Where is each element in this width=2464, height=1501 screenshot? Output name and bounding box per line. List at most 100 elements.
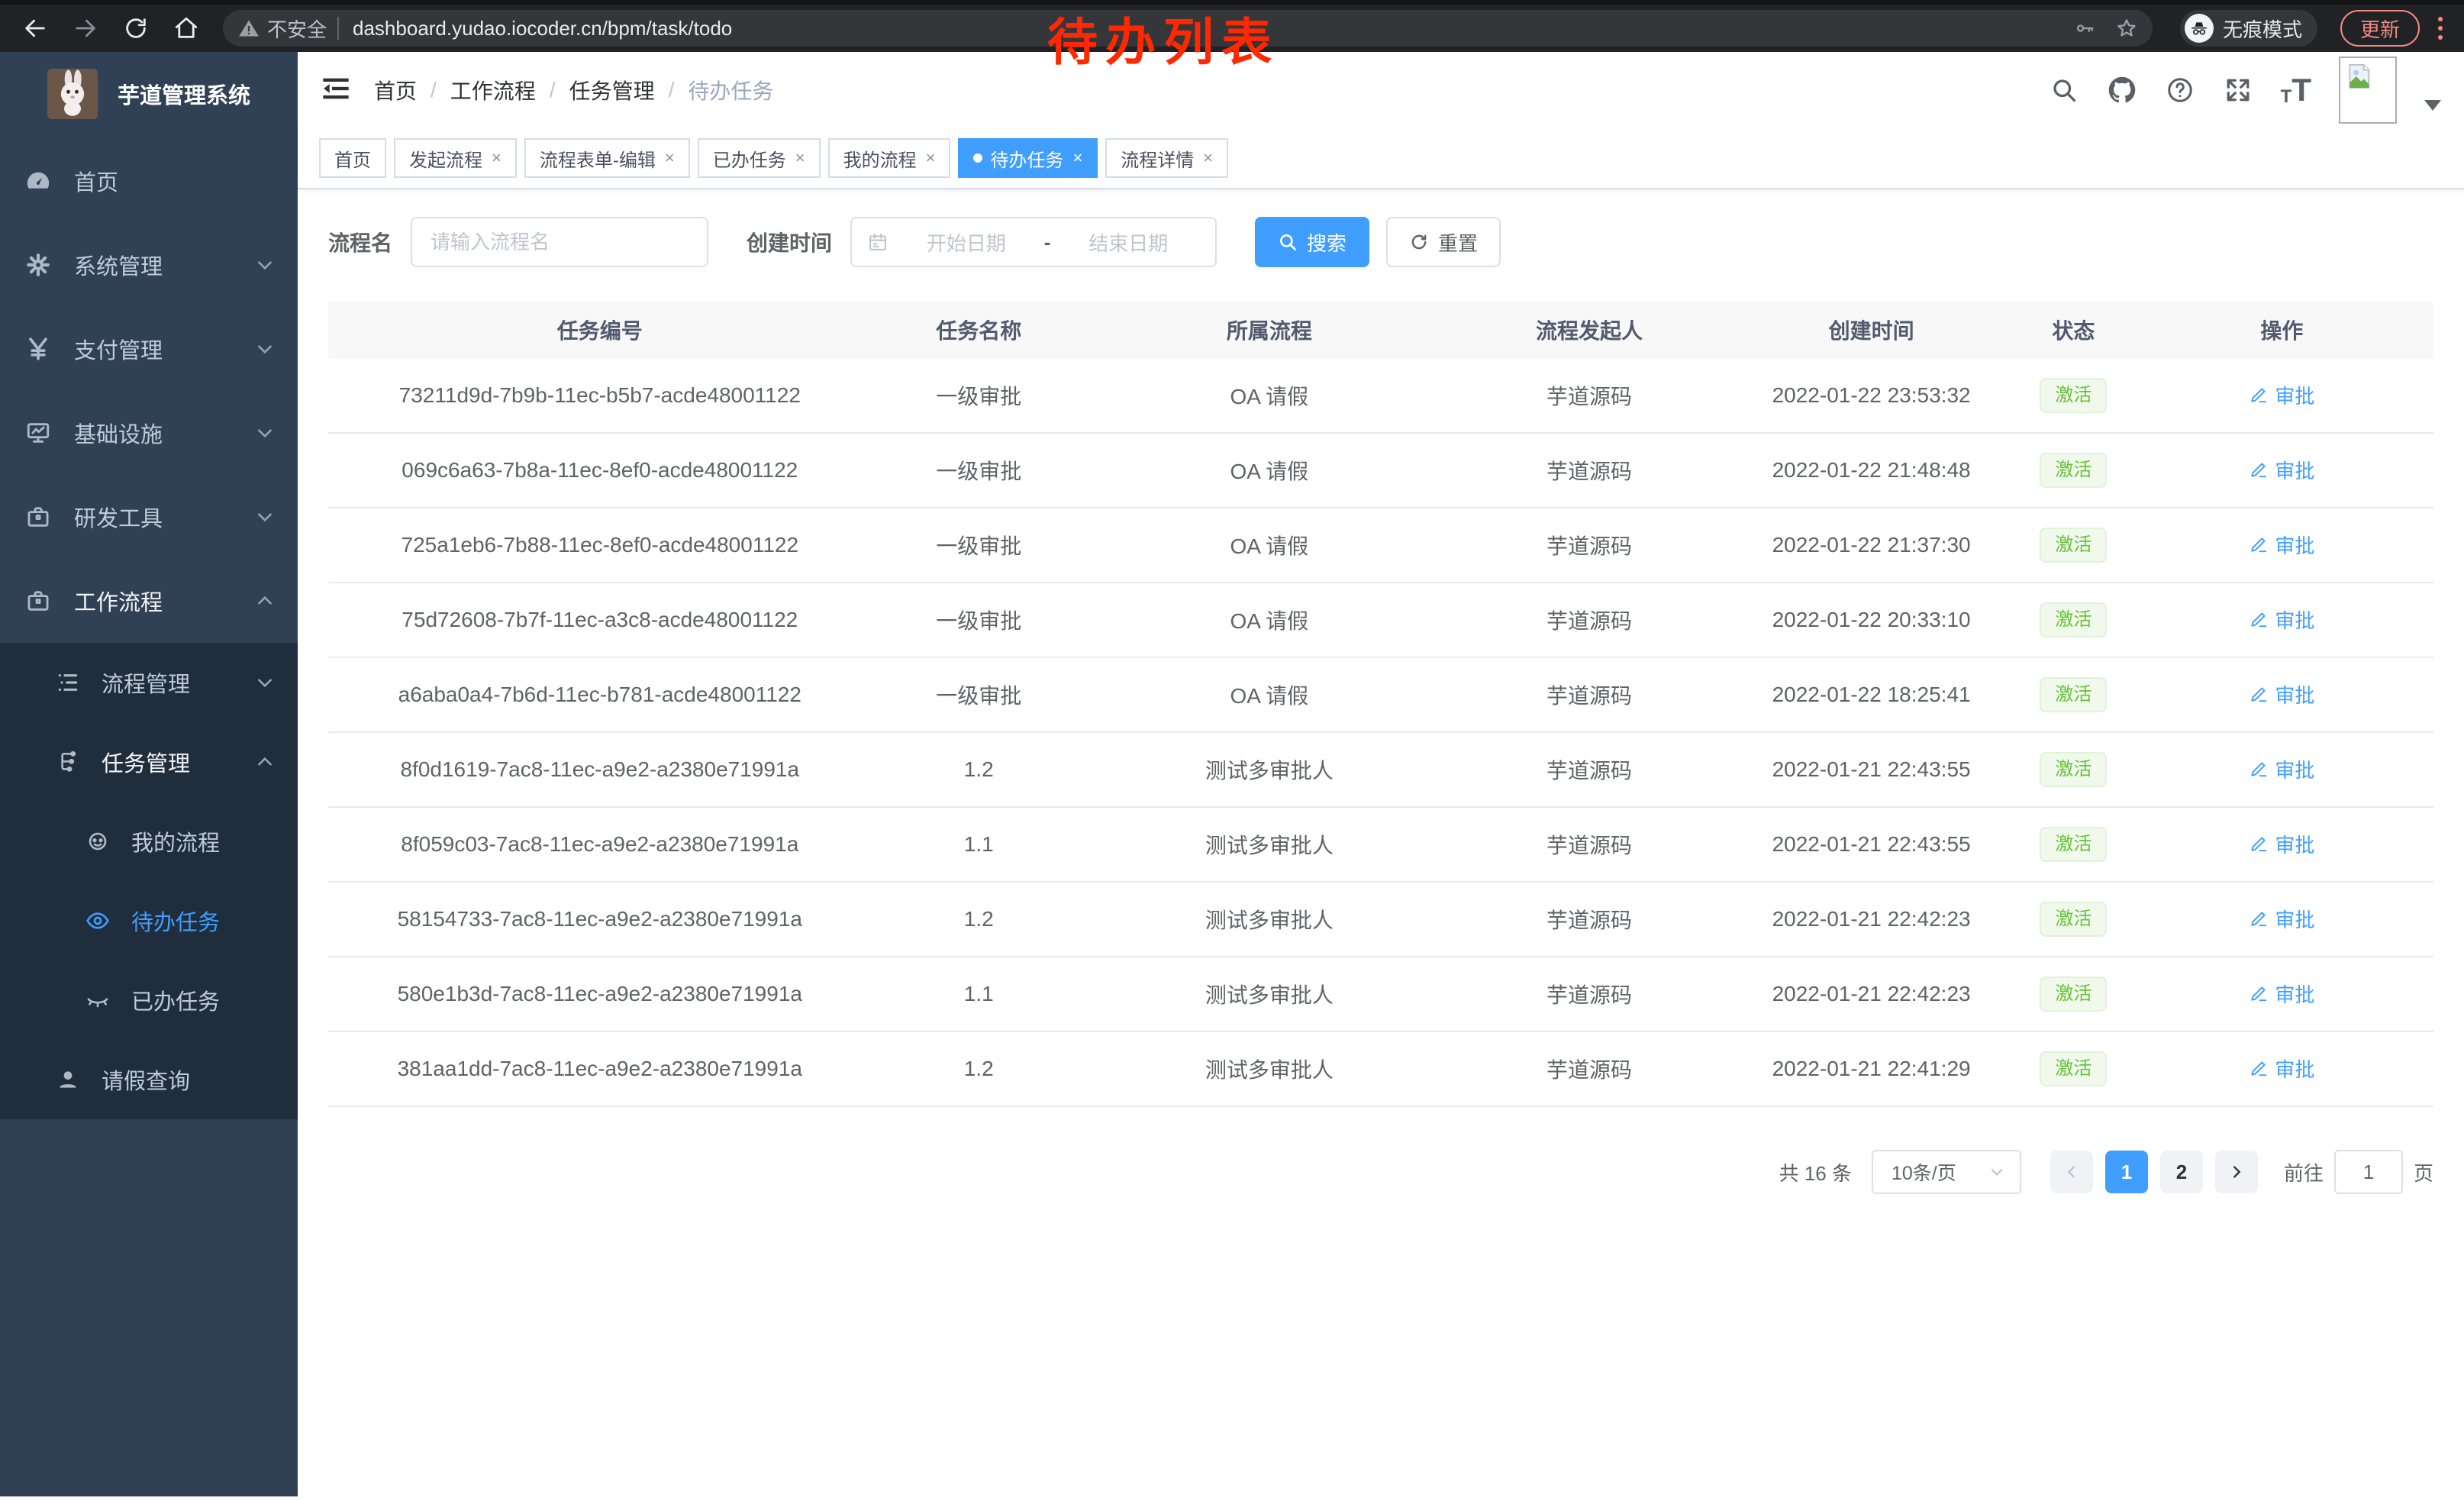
- sidebar-item-dev-tools[interactable]: 研发工具: [0, 475, 298, 559]
- avatar-dropdown-caret[interactable]: [2424, 100, 2441, 111]
- approve-link[interactable]: 审批: [2249, 980, 2314, 1008]
- password-key-icon[interactable]: [2075, 18, 2096, 39]
- tab-home[interactable]: 首页: [319, 138, 386, 178]
- edit-pencil-icon: [2249, 385, 2269, 405]
- col-process: 所属流程: [1086, 315, 1453, 345]
- browser-back-button[interactable]: [14, 7, 56, 50]
- approve-link[interactable]: 审批: [2249, 456, 2314, 484]
- task-name-cell: 一级审批: [872, 679, 1086, 710]
- status-cell: 激活: [2017, 677, 2130, 712]
- page-button-2[interactable]: 2: [2160, 1151, 2203, 1193]
- sidebar-item-home[interactable]: 首页: [0, 139, 298, 223]
- sidebar-item-workflow[interactable]: 工作流程: [0, 559, 298, 643]
- status-badge: 激活: [2040, 752, 2107, 787]
- browser-toolbar: 不安全 dashboard.yudao.iocoder.cn/bpm/task/…: [0, 0, 2464, 52]
- table-row: 58154733-7ac8-11ec-a9e2-a2380e71991a 1.2…: [328, 883, 2433, 957]
- tab-todo-tasks[interactable]: 待办任务×: [958, 138, 1098, 178]
- bookmark-star-icon[interactable]: [2116, 18, 2137, 39]
- approve-link[interactable]: 审批: [2249, 755, 2314, 783]
- process-name-input[interactable]: [411, 217, 708, 267]
- browser-refresh-button[interactable]: [114, 7, 157, 50]
- create-time-cell: 2022-01-21 22:43:55: [1726, 832, 2017, 857]
- filter-bar: 流程名 创建时间 开始日期 - 结束日期 搜索 重置: [328, 217, 2433, 267]
- breadcrumb-home[interactable]: 首页: [374, 75, 417, 105]
- page-button-1[interactable]: 1: [2105, 1151, 2148, 1193]
- chevron-up-icon: [255, 591, 275, 611]
- sidebar-item-task-mgmt[interactable]: 任务管理: [0, 722, 298, 802]
- help-icon[interactable]: [2165, 75, 2195, 105]
- start-date-placeholder: 开始日期: [895, 228, 1038, 257]
- avatar[interactable]: [2339, 56, 2397, 124]
- breadcrumb-current: 待办任务: [688, 75, 773, 105]
- sidebar-item-todo-tasks[interactable]: 待办任务: [0, 881, 298, 960]
- close-icon[interactable]: ×: [492, 148, 502, 168]
- prev-page-button[interactable]: [2050, 1151, 2093, 1193]
- tab-process-detail[interactable]: 流程详情×: [1105, 138, 1228, 178]
- close-icon[interactable]: ×: [926, 148, 936, 168]
- goto-page-input[interactable]: [2334, 1150, 2403, 1194]
- not-secure-warning-icon: [238, 18, 260, 39]
- browser-home-button[interactable]: [165, 7, 208, 50]
- sidebar-item-my-processes[interactable]: 我的流程: [0, 802, 298, 881]
- annotation-overlay: 待办列表: [1047, 2, 1279, 75]
- approve-link[interactable]: 审批: [2249, 1054, 2314, 1083]
- table-row: 75d72608-7b7f-11ec-a3c8-acde48001122 一级审…: [328, 583, 2433, 658]
- total-count: 共 16 条: [1779, 1158, 1852, 1186]
- sidebar-item-leave-query[interactable]: 请假查询: [0, 1040, 298, 1119]
- close-icon[interactable]: ×: [665, 148, 675, 168]
- close-icon[interactable]: ×: [1203, 148, 1213, 168]
- close-icon[interactable]: ×: [795, 148, 805, 168]
- approve-link[interactable]: 审批: [2249, 531, 2314, 559]
- browser-forward-button[interactable]: [64, 7, 107, 50]
- page-size-select[interactable]: 10条/页: [1872, 1150, 2021, 1194]
- approve-link[interactable]: 审批: [2249, 680, 2314, 709]
- create-time-cell: 2022-01-21 22:42:23: [1726, 982, 2017, 1006]
- sidebar-collapse-icon[interactable]: [321, 73, 354, 107]
- sidebar-item-done-tasks[interactable]: 已办任务: [0, 960, 298, 1040]
- edit-pencil-icon: [2249, 460, 2269, 479]
- font-size-icon[interactable]: TT: [2281, 74, 2311, 106]
- address-divider: [337, 17, 339, 40]
- github-icon[interactable]: [2107, 75, 2137, 105]
- task-name-cell: 一级审批: [872, 605, 1086, 635]
- breadcrumb-task-mgmt[interactable]: 任务管理: [569, 75, 655, 105]
- search-button[interactable]: 搜索: [1255, 217, 1369, 267]
- incognito-label: 无痕模式: [2223, 15, 2302, 43]
- sidebar-item-process-mgmt[interactable]: 流程管理: [0, 643, 298, 722]
- search-icon[interactable]: [2049, 75, 2079, 105]
- col-starter: 流程发起人: [1453, 315, 1727, 345]
- sidebar-item-infrastructure[interactable]: 基础设施: [0, 391, 298, 475]
- list-icon: [56, 670, 80, 695]
- tab-my-processes[interactable]: 我的流程×: [828, 138, 951, 178]
- status-badge: 激活: [2040, 1051, 2107, 1086]
- approve-link[interactable]: 审批: [2249, 381, 2314, 409]
- tab-start-process[interactable]: 发起流程×: [394, 138, 517, 178]
- status-badge: 激活: [2040, 453, 2107, 488]
- incognito-badge: 无痕模式: [2180, 10, 2317, 47]
- task-id-cell: a6aba0a4-7b6d-11ec-b781-acde48001122: [328, 683, 872, 707]
- date-range-picker[interactable]: 开始日期 - 结束日期: [850, 217, 1217, 267]
- sidebar-item-payment-mgmt[interactable]: 支付管理: [0, 307, 298, 391]
- tab-done-tasks[interactable]: 已办任务×: [698, 138, 821, 178]
- task-name-cell: 1.2: [872, 1057, 1086, 1081]
- close-icon[interactable]: ×: [1072, 148, 1082, 168]
- task-id-cell: 381aa1dd-7ac8-11ec-a9e2-a2380e71991a: [328, 1057, 872, 1081]
- sidebar-item-system-mgmt[interactable]: 系统管理: [0, 223, 298, 307]
- tab-process-form-edit[interactable]: 流程表单-编辑×: [524, 138, 690, 178]
- browser-update-button[interactable]: 更新: [2340, 10, 2420, 47]
- create-time-cell: 2022-01-22 20:33:10: [1726, 608, 2017, 632]
- starter-cell: 芋道源码: [1453, 380, 1727, 411]
- task-name-cell: 1.1: [872, 832, 1086, 857]
- next-page-button[interactable]: [2215, 1151, 2258, 1193]
- app-logo-row[interactable]: 芋道管理系统: [0, 52, 298, 121]
- process-cell: OA 请假: [1086, 380, 1453, 411]
- fullscreen-icon[interactable]: [2223, 75, 2253, 105]
- eye-closed-icon: [85, 988, 110, 1012]
- reset-button[interactable]: 重置: [1386, 217, 1501, 267]
- approve-link[interactable]: 审批: [2249, 905, 2314, 933]
- approve-link[interactable]: 审批: [2249, 830, 2314, 858]
- approve-link[interactable]: 审批: [2249, 605, 2314, 634]
- status-cell: 激活: [2017, 827, 2130, 862]
- browser-menu-icon[interactable]: [2430, 17, 2450, 40]
- breadcrumb-workflow[interactable]: 工作流程: [450, 75, 536, 105]
